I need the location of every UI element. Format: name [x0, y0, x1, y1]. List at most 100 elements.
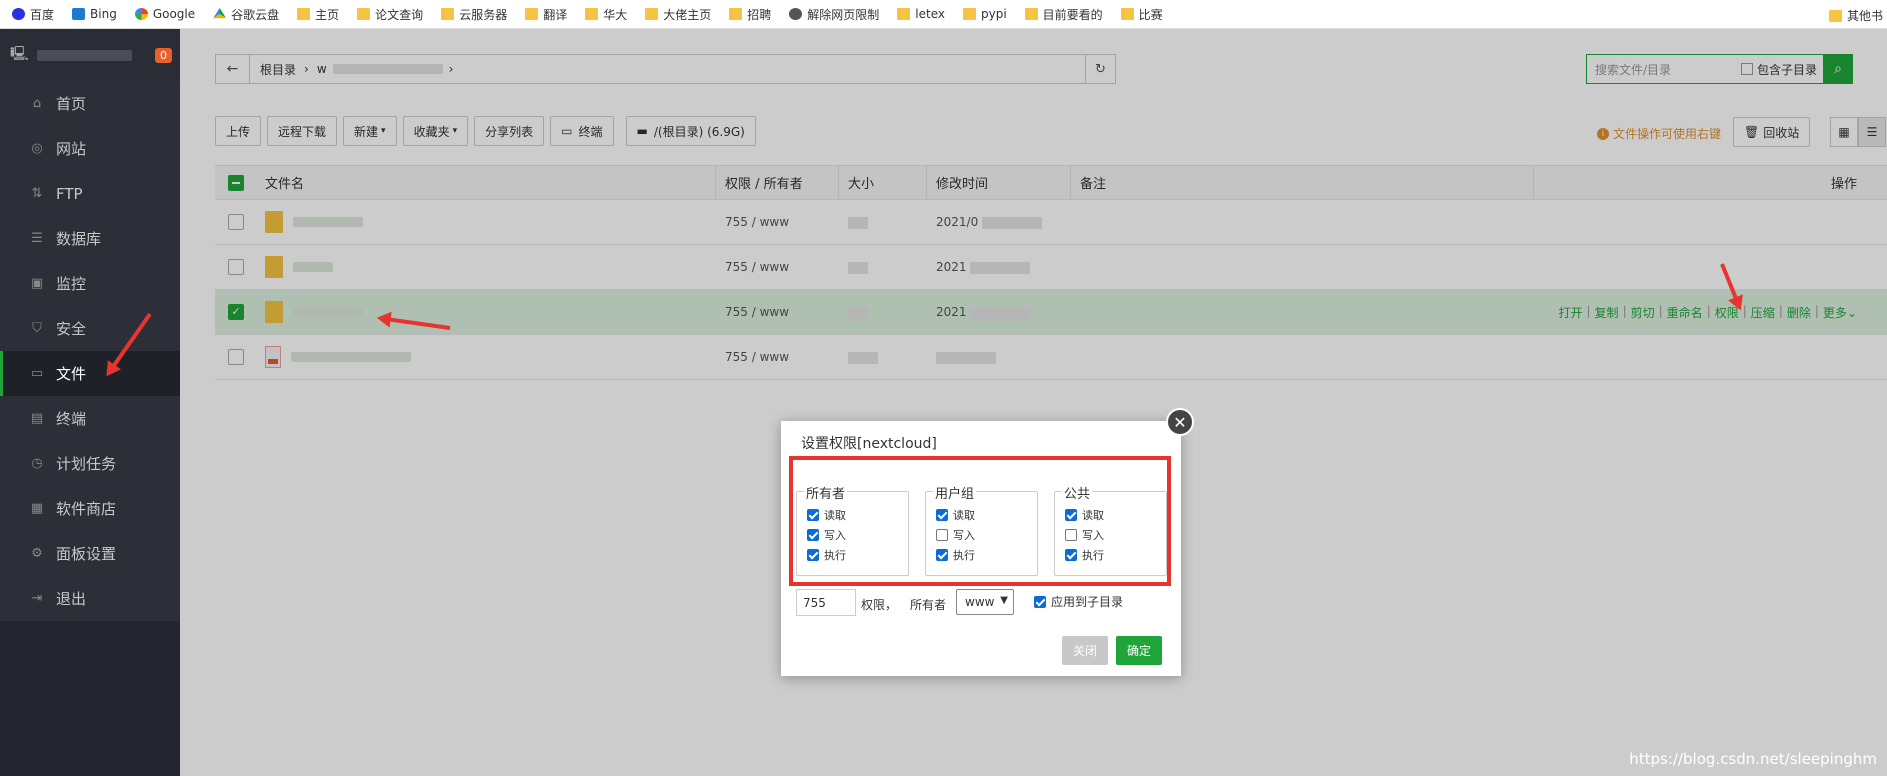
- owner-select[interactable]: www ▼: [956, 589, 1014, 615]
- group-legend: 公共: [1062, 483, 1093, 502]
- folder-icon: [1120, 8, 1134, 20]
- perm-exec[interactable]: 执行: [807, 547, 846, 563]
- permission-label: 权限，: [861, 598, 898, 612]
- folder-icon: [441, 8, 455, 20]
- perm-read[interactable]: 读取: [807, 507, 846, 523]
- bookmark-google[interactable]: Google: [134, 7, 195, 21]
- perm-exec[interactable]: 执行: [1065, 547, 1104, 563]
- sidebar-item-security[interactable]: ⛉ 安全: [0, 306, 180, 351]
- bookmark-folder[interactable]: 比赛: [1120, 6, 1163, 23]
- folder-icon: [962, 8, 976, 20]
- confirm-button[interactable]: 确定: [1116, 636, 1162, 665]
- bookmark-bing[interactable]: Bing: [72, 7, 117, 21]
- globe-icon: ◎: [31, 141, 43, 156]
- close-button[interactable]: 关闭: [1062, 636, 1108, 665]
- bookmark-folder[interactable]: 招聘: [729, 6, 771, 23]
- bookmark-folder[interactable]: 云服务器: [441, 6, 507, 23]
- sidebar-item-terminal[interactable]: ▤ 终端: [0, 396, 180, 441]
- gear-icon: ⚙: [31, 546, 43, 561]
- perm-exec[interactable]: 执行: [936, 547, 975, 563]
- folder-icon: [1024, 8, 1038, 20]
- group-permissions: 用户组 读取 写入 执行: [925, 483, 1038, 576]
- permission-value-input[interactable]: 755: [796, 589, 856, 616]
- sidebar-header: 🖳 0: [0, 29, 180, 81]
- folder-icon: [525, 8, 539, 20]
- checkbox-checked[interactable]: [807, 509, 819, 521]
- bookmark-folder[interactable]: letex: [897, 7, 945, 21]
- bookmark-folder[interactable]: 目前要看的: [1024, 6, 1103, 23]
- perm-write[interactable]: 写入: [1065, 527, 1104, 543]
- checkbox[interactable]: [936, 529, 948, 541]
- notification-badge[interactable]: 0: [155, 47, 172, 63]
- server-icon: 🖳: [10, 46, 29, 62]
- shield-icon: ⛉: [32, 321, 42, 336]
- folder-icon: [645, 8, 659, 20]
- sidebar-item-files[interactable]: ▭ 文件: [0, 351, 180, 396]
- home-icon: ⌂: [32, 96, 42, 111]
- bookmark-baidu[interactable]: 百度: [12, 6, 54, 23]
- bookmark-folder[interactable]: 大佬主页: [645, 6, 711, 23]
- sidebar-item-home[interactable]: ⌂ 首页: [0, 81, 180, 126]
- logout-icon: ⇥: [31, 591, 43, 606]
- bookmark-folder[interactable]: 翻译: [525, 6, 567, 23]
- google-icon: [134, 8, 148, 20]
- dialog-title: 设置权限[nextcloud]: [801, 436, 937, 452]
- clock-icon: ◷: [31, 456, 43, 471]
- checkbox-checked[interactable]: [807, 549, 819, 561]
- bookmark-folder[interactable]: pypi: [962, 7, 1007, 21]
- bookmark-other[interactable]: 其他书: [1828, 7, 1883, 24]
- perm-read[interactable]: 读取: [936, 507, 975, 523]
- bookmark-folder[interactable]: 华大: [585, 6, 627, 23]
- public-permissions: 公共 读取 写入 执行: [1054, 483, 1167, 576]
- checkbox-checked[interactable]: [1034, 595, 1046, 608]
- sidebar: 🖳 0 ⌂ 首页 ◎ 网站 ⇅ FTP ☰ 数据库 ▣ 监控 ⛉ 安全 ▭ 文件 ▤ 终端 ◷ 计…: [0, 29, 180, 776]
- perm-read[interactable]: 读取: [1065, 507, 1104, 523]
- baidu-icon: [12, 8, 25, 20]
- bookmark-folder[interactable]: 主页: [297, 6, 339, 23]
- group-legend: 所有者: [804, 483, 848, 502]
- perm-write[interactable]: 写入: [936, 527, 975, 543]
- close-icon[interactable]: ✕: [1166, 408, 1194, 436]
- folder-icon: [1828, 9, 1842, 22]
- checkbox-checked[interactable]: [936, 509, 948, 521]
- sidebar-item-store[interactable]: ▦ 软件商店: [0, 486, 180, 531]
- perm-write[interactable]: 写入: [807, 527, 846, 543]
- folder-icon: [357, 8, 371, 20]
- checkbox-checked[interactable]: [1065, 509, 1077, 521]
- group-legend: 用户组: [933, 483, 977, 502]
- checkbox-checked[interactable]: [1065, 549, 1077, 561]
- checkbox-checked[interactable]: [807, 529, 819, 541]
- apply-subdir-checkbox[interactable]: 应用到子目录: [1034, 593, 1123, 610]
- sidebar-item-ftp[interactable]: ⇅ FTP: [0, 171, 180, 216]
- ftp-icon: ⇅: [31, 186, 43, 201]
- owner-label: 所有者: [910, 598, 947, 612]
- bookmark-drive[interactable]: 谷歌云盘: [213, 6, 279, 23]
- bookmark-folder[interactable]: 论文查询: [357, 6, 423, 23]
- sidebar-item-logout[interactable]: ⇥ 退出: [0, 576, 180, 621]
- sidebar-item-website[interactable]: ◎ 网站: [0, 126, 180, 171]
- folder-icon: [297, 8, 311, 20]
- drive-icon: [213, 8, 227, 19]
- folder-icon: [897, 8, 911, 20]
- checkbox[interactable]: [1065, 529, 1077, 541]
- folder-icon: ▭: [30, 366, 44, 381]
- grid-icon: ▦: [30, 501, 44, 516]
- terminal-icon: ▤: [30, 411, 44, 426]
- folder-icon: [585, 8, 599, 20]
- watermark: https://blog.csdn.net/sleepinghm: [1629, 750, 1877, 768]
- sidebar-item-cron[interactable]: ◷ 计划任务: [0, 441, 180, 486]
- bookmarks-bar: 百度 Bing Google 谷歌云盘 主页 论文查询 云服务器 翻译 华大 大…: [0, 0, 1887, 29]
- sidebar-item-monitor[interactable]: ▣ 监控: [0, 261, 180, 306]
- globe-icon: [789, 8, 803, 20]
- owner-permissions: 所有者 读取 写入 执行: [796, 483, 909, 576]
- server-name: [36, 49, 132, 61]
- bookmark-unlock[interactable]: 解除网页限制: [789, 6, 879, 23]
- sidebar-item-database[interactable]: ☰ 数据库: [0, 216, 180, 261]
- monitor-icon: ▣: [30, 276, 44, 291]
- database-icon: ☰: [31, 231, 43, 246]
- folder-icon: [729, 8, 743, 20]
- permission-dialog: 设置权限[nextcloud] ✕ 所有者 读取 写入 执行 用户组 读取 写入…: [781, 408, 1194, 676]
- checkbox-checked[interactable]: [936, 549, 948, 561]
- sidebar-item-settings[interactable]: ⚙ 面板设置: [0, 531, 180, 576]
- chevron-down-icon: ▼: [1000, 595, 1008, 606]
